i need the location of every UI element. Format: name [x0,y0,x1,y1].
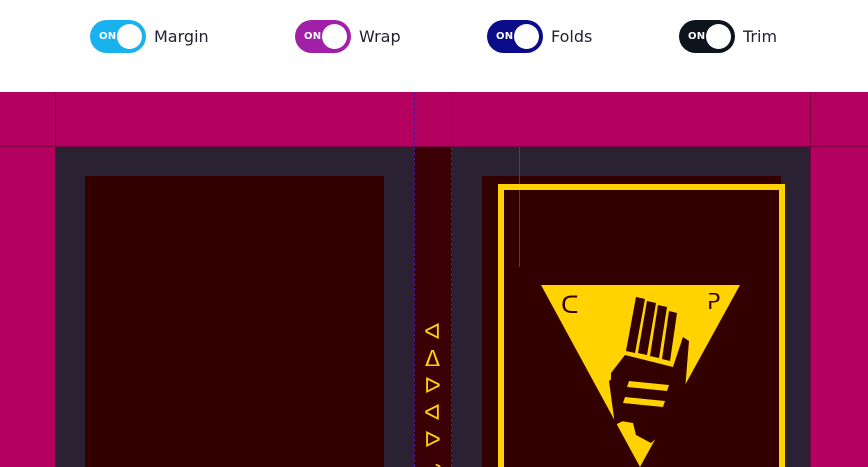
wrap-toggle[interactable]: ON Wrap [295,20,401,53]
folds-switch[interactable]: ON [487,20,543,53]
margin-switch[interactable]: ON [90,20,146,53]
fold-line-left [414,92,415,467]
trim-switch[interactable]: ON [679,20,735,53]
raised-fist-triangle-icon: ᑕ ᕈ [541,285,740,467]
margin-label: Margin [154,27,209,46]
margin-switch-knob [117,24,142,49]
toolbar: ON Margin ON Wrap ON Folds ON Trim [0,0,868,92]
wrap-switch[interactable]: ON [295,20,351,53]
wrap-switch-state: ON [304,31,322,42]
trim-switch-state: ON [688,31,706,42]
margin-switch-state: ON [99,31,117,42]
folds-label: Folds [551,27,593,46]
emblem-glyph-left: ᑕ [561,291,579,319]
trim-toggle[interactable]: ON Trim [679,20,777,53]
folds-switch-state: ON [496,31,514,42]
margin-toggle[interactable]: ON Margin [90,20,209,53]
fold-line-right [451,92,452,467]
trim-switch-knob [706,24,731,49]
cover-preview-canvas: ᐊᐃᐅᐊᐅᓗᒍᕕᕈ ᑕ ᕈ [0,92,868,467]
wrap-label: Wrap [359,27,401,46]
spine-title: ᐊᐃᐅᐊᐅᓗᒍᕕᕈ [420,320,445,467]
trim-label: Trim [743,27,778,46]
wrap-switch-knob [322,24,347,49]
trim-line-right [810,92,811,467]
back-cover-panel [85,176,384,467]
folds-toggle[interactable]: ON Folds [487,20,592,53]
emblem-glyph-right: ᕈ [707,290,720,315]
folds-switch-knob [514,24,539,49]
